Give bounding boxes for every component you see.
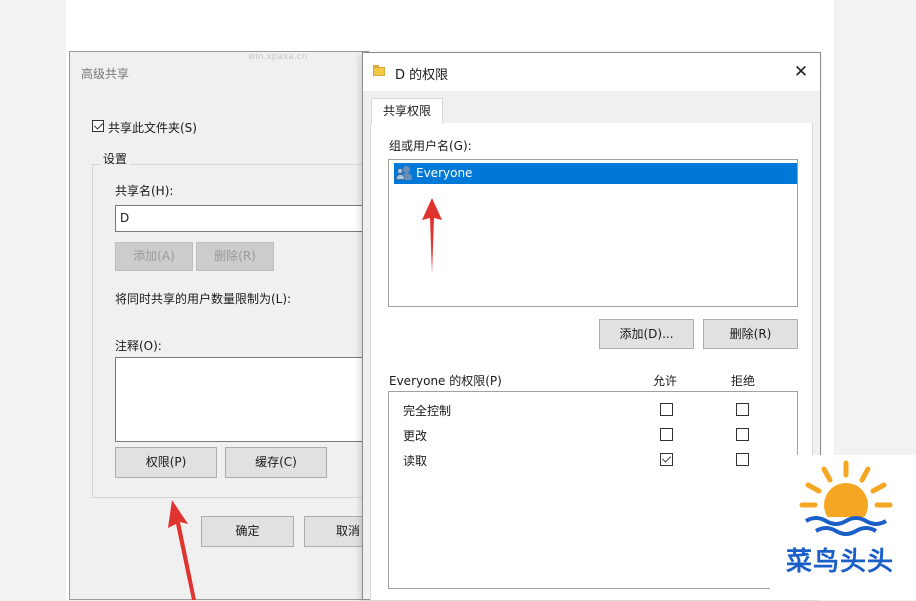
allow-full-control-checkbox[interactable]	[660, 403, 673, 416]
users-listbox[interactable]: Everyone	[388, 159, 798, 307]
permission-name: 更改	[403, 429, 428, 443]
permissions-button[interactable]: 权限(P)	[115, 447, 217, 478]
ok-button[interactable]: 确定	[201, 516, 294, 547]
caching-button[interactable]: 缓存(C)	[225, 447, 327, 478]
remove-user-button[interactable]: 删除(R)	[703, 319, 798, 349]
share-folder-label: 共享此文件夹(S)	[108, 121, 197, 135]
permissions-dialog: D 的权限 ✕ 共享权限 组或用户名(G): Everyone 添加(D)...…	[362, 52, 821, 601]
share-name-label: 共享名(H):	[115, 184, 174, 198]
add-user-button[interactable]: 添加(D)...	[599, 319, 694, 349]
user-name: Everyone	[416, 166, 473, 180]
advanced-sharing-title: 高级共享	[81, 67, 130, 81]
comments-textarea[interactable]	[115, 357, 370, 442]
permission-name: 完全控制	[403, 404, 452, 418]
allow-header: 允许	[653, 374, 678, 388]
permissions-list: 完全控制 更改 读取	[388, 391, 798, 589]
annotation-arrow-up-icon	[168, 500, 196, 600]
deny-read-checkbox[interactable]	[736, 453, 749, 466]
close-icon[interactable]: ✕	[786, 57, 816, 87]
advanced-sharing-dialog: win.xpaxa.cn 高级共享 共享此文件夹(S) 设置 共享名(H): D…	[69, 51, 370, 600]
folder-icon	[373, 65, 387, 76]
deny-change-checkbox[interactable]	[736, 428, 749, 441]
share-folder-checkbox[interactable]	[92, 120, 104, 132]
sun-icon	[799, 460, 893, 539]
permissions-header: Everyone 的权限(P)	[389, 374, 502, 388]
list-item-everyone[interactable]: Everyone	[394, 163, 797, 184]
allow-read-checkbox[interactable]	[660, 453, 673, 466]
logo-text: 菜鸟头头	[786, 547, 895, 577]
permissions-title: D 的权限	[395, 68, 449, 83]
permission-name: 读取	[403, 454, 428, 468]
tab-share-permissions[interactable]: 共享权限	[371, 98, 443, 124]
comments-label: 注释(O):	[115, 339, 162, 353]
deny-full-control-checkbox[interactable]	[736, 403, 749, 416]
add-share-button[interactable]: 添加(A)	[115, 242, 193, 271]
permissions-titlebar: D 的权限 ✕	[363, 53, 820, 91]
users-group-icon	[396, 166, 414, 181]
share-name-value: D	[120, 211, 130, 225]
site-logo: 菜鸟头头	[770, 455, 916, 600]
site-watermark: win.xpaxa.cn	[248, 52, 308, 62]
share-name-input[interactable]: D	[115, 205, 370, 232]
remove-share-button[interactable]: 删除(R)	[196, 242, 274, 271]
allow-change-checkbox[interactable]	[660, 428, 673, 441]
group-users-label: 组或用户名(G):	[389, 139, 472, 153]
settings-legend: 设置	[100, 150, 131, 167]
user-limit-label: 将同时共享的用户数量限制为(L):	[115, 292, 292, 306]
cancel-button[interactable]: 取消	[304, 516, 370, 547]
annotation-arrow-up-icon	[422, 198, 442, 274]
deny-header: 拒绝	[731, 374, 756, 388]
